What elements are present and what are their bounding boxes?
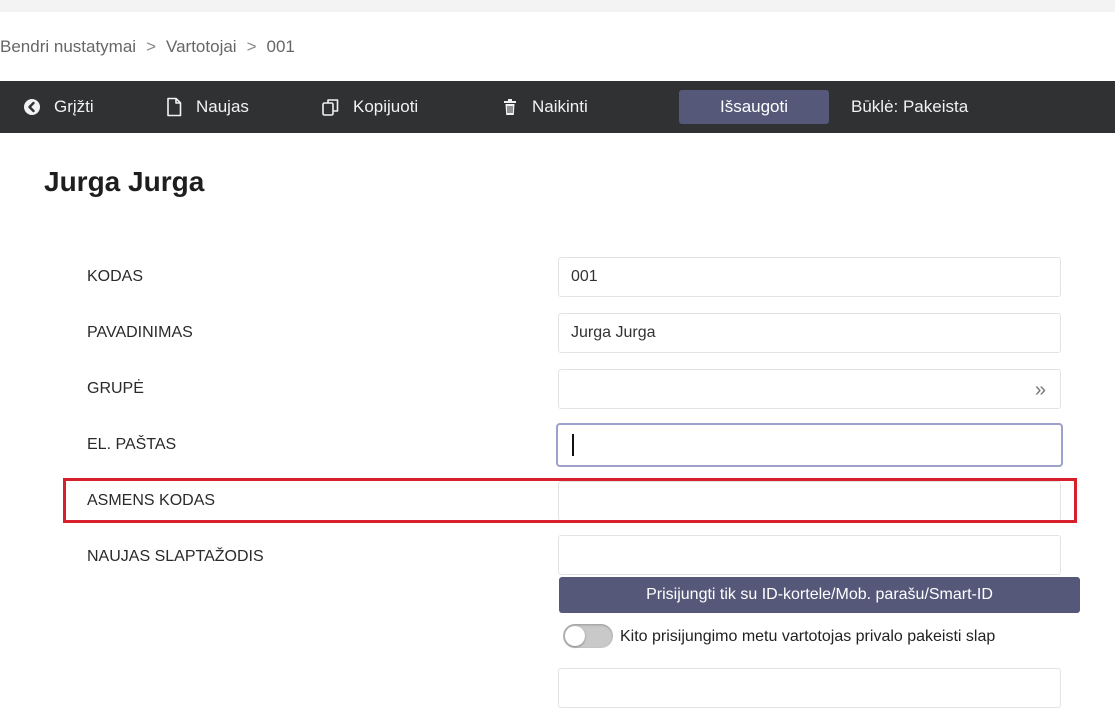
delete-button[interactable]: Naikinti xyxy=(500,81,588,133)
pavadinimas-label: PAVADINIMAS xyxy=(87,324,193,341)
top-strip xyxy=(0,0,1115,12)
breadcrumb-item-current: 001 xyxy=(266,37,295,56)
double-chevron-right-icon[interactable]: » xyxy=(1035,379,1046,402)
pavadinimas-value: Jurga Jurga xyxy=(571,324,656,341)
breadcrumb-separator: > xyxy=(146,37,157,56)
change-password-toggle[interactable] xyxy=(563,624,613,648)
pavadinimas-field[interactable]: Jurga Jurga xyxy=(558,313,1061,353)
document-icon xyxy=(164,97,184,117)
breadcrumb-item-users[interactable]: Vartotojai xyxy=(166,37,237,57)
highlight-box xyxy=(63,478,1077,523)
kodas-value: 001 xyxy=(571,268,598,285)
naujas-slaptazodis-label: NAUJAS SLAPTAŽODIS xyxy=(87,548,264,565)
back-button[interactable]: Grįžti xyxy=(22,81,94,133)
grupe-field[interactable]: » xyxy=(558,369,1061,409)
change-password-toggle-label: Kito prisijungimo metu vartotojas prival… xyxy=(620,628,996,645)
kodas-field[interactable]: 001 xyxy=(558,257,1061,297)
arrow-left-circle-icon xyxy=(22,97,42,117)
kodas-label: KODAS xyxy=(87,268,144,285)
toolbar: Grįžti Naujas Kopijuoti Naikinti Išsaugo… xyxy=(0,81,1115,133)
text-caret xyxy=(572,434,574,456)
page-title: Jurga Jurga xyxy=(44,166,205,197)
breadcrumb-item-settings[interactable]: Bendri nustatymai xyxy=(0,37,136,57)
next-field[interactable] xyxy=(558,668,1061,708)
new-password-field[interactable] xyxy=(558,535,1061,575)
copy-button[interactable]: Kopijuoti xyxy=(321,81,418,133)
delete-button-label: Naikinti xyxy=(532,97,588,116)
copy-button-label: Kopijuoti xyxy=(353,97,419,116)
id-login-button[interactable]: Prisijungti tik su ID-kortele/Mob. paraš… xyxy=(559,577,1080,613)
new-button-label: Naujas xyxy=(196,97,249,116)
back-button-label: Grįžti xyxy=(54,97,94,116)
copy-icon xyxy=(321,97,341,117)
save-button[interactable]: Išsaugoti xyxy=(679,90,829,124)
toggle-knob xyxy=(565,626,585,646)
new-button[interactable]: Naujas xyxy=(164,81,249,133)
trash-icon xyxy=(500,97,520,117)
status-text: Būklė: Pakeista xyxy=(851,97,969,116)
breadcrumb: Bendri nustatymai > Vartotojai > 001 xyxy=(0,30,295,64)
grupe-label: GRUPĖ xyxy=(87,380,144,397)
el-pastas-label: EL. PAŠTAS xyxy=(87,436,177,453)
breadcrumb-separator: > xyxy=(246,37,257,56)
email-field[interactable] xyxy=(556,423,1063,467)
